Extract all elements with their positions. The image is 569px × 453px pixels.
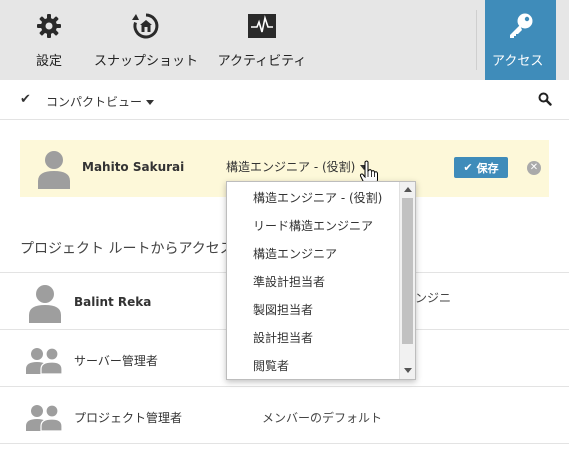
role-option[interactable]: 構造エンジニア - (役割) <box>253 189 382 206</box>
search-icon[interactable] <box>538 91 554 107</box>
dropdown-scrollbar[interactable] <box>399 182 415 379</box>
save-button[interactable]: ✔ 保存 <box>454 157 508 178</box>
snapshot-label: スナップショット <box>93 54 198 69</box>
avatar <box>36 149 72 189</box>
role-select-value: 構造エンジニア - (役割) <box>226 160 356 174</box>
role-option[interactable]: 設計担当者 <box>253 329 313 346</box>
role-select[interactable]: 構造エンジニア - (役割) <box>226 158 369 175</box>
activity-icon <box>246 10 278 42</box>
group-icon <box>26 403 63 432</box>
check-icon: ✔ <box>463 161 473 174</box>
role-option[interactable]: 準設計担当者 <box>253 273 325 290</box>
list-item[interactable]: プロジェクト管理者 メンバーのデフォルト <box>0 386 569 444</box>
role-option[interactable]: 構造エンジニア <box>253 245 337 262</box>
role-option[interactable]: 製図担当者 <box>253 301 313 318</box>
save-label: 保存 <box>476 161 499 175</box>
role-option[interactable]: 閲覧者 <box>253 357 289 374</box>
snapshot-icon <box>130 10 162 42</box>
snapshot-button[interactable]: スナップショット <box>88 0 204 80</box>
toolbar-divider <box>476 10 477 70</box>
member-name: Balint Reka <box>74 295 152 309</box>
group-icon <box>26 346 63 375</box>
role-dropdown-menu: 構造エンジニア - (役割) リード構造エンジニア 構造エンジニア 準設計担当者… <box>226 181 416 380</box>
check-icon: ✔ <box>20 92 31 107</box>
compact-view-label: コンパクトビュー <box>46 95 143 109</box>
scroll-up-arrow-icon[interactable] <box>404 187 412 192</box>
view-bar: ✔ コンパクトビュー <box>0 80 569 120</box>
activity-label: アクティビティ <box>217 54 307 69</box>
section-title: プロジェクト ルートからアクセス <box>20 241 234 257</box>
activity-button[interactable]: アクティビティ <box>212 0 312 80</box>
scroll-down-arrow-icon[interactable] <box>404 368 412 373</box>
settings-button[interactable]: 設定 <box>28 0 70 80</box>
member-name: サーバー管理者 <box>74 354 158 368</box>
key-icon <box>505 10 537 42</box>
settings-label: 設定 <box>35 54 62 69</box>
member-name: プロジェクト管理者 <box>74 411 183 425</box>
member-role: メンバーのデフォルト <box>262 411 383 425</box>
close-icon[interactable]: ✕ <box>527 161 541 175</box>
role-option[interactable]: リード構造エンジニア <box>253 217 373 234</box>
access-button[interactable]: アクセス <box>485 0 556 80</box>
avatar <box>27 283 63 323</box>
member-name: Mahito Sakurai <box>82 160 185 174</box>
compact-view-dropdown[interactable]: コンパクトビュー <box>46 93 155 110</box>
chevron-down-icon <box>146 100 155 105</box>
access-label: アクセス <box>492 54 544 69</box>
gear-icon <box>33 10 65 42</box>
toolbar: 設定 スナップショット アクティビティ アクセス <box>0 0 569 80</box>
member-role: ンジニ <box>415 291 452 305</box>
scrollbar-thumb[interactable] <box>402 198 413 344</box>
